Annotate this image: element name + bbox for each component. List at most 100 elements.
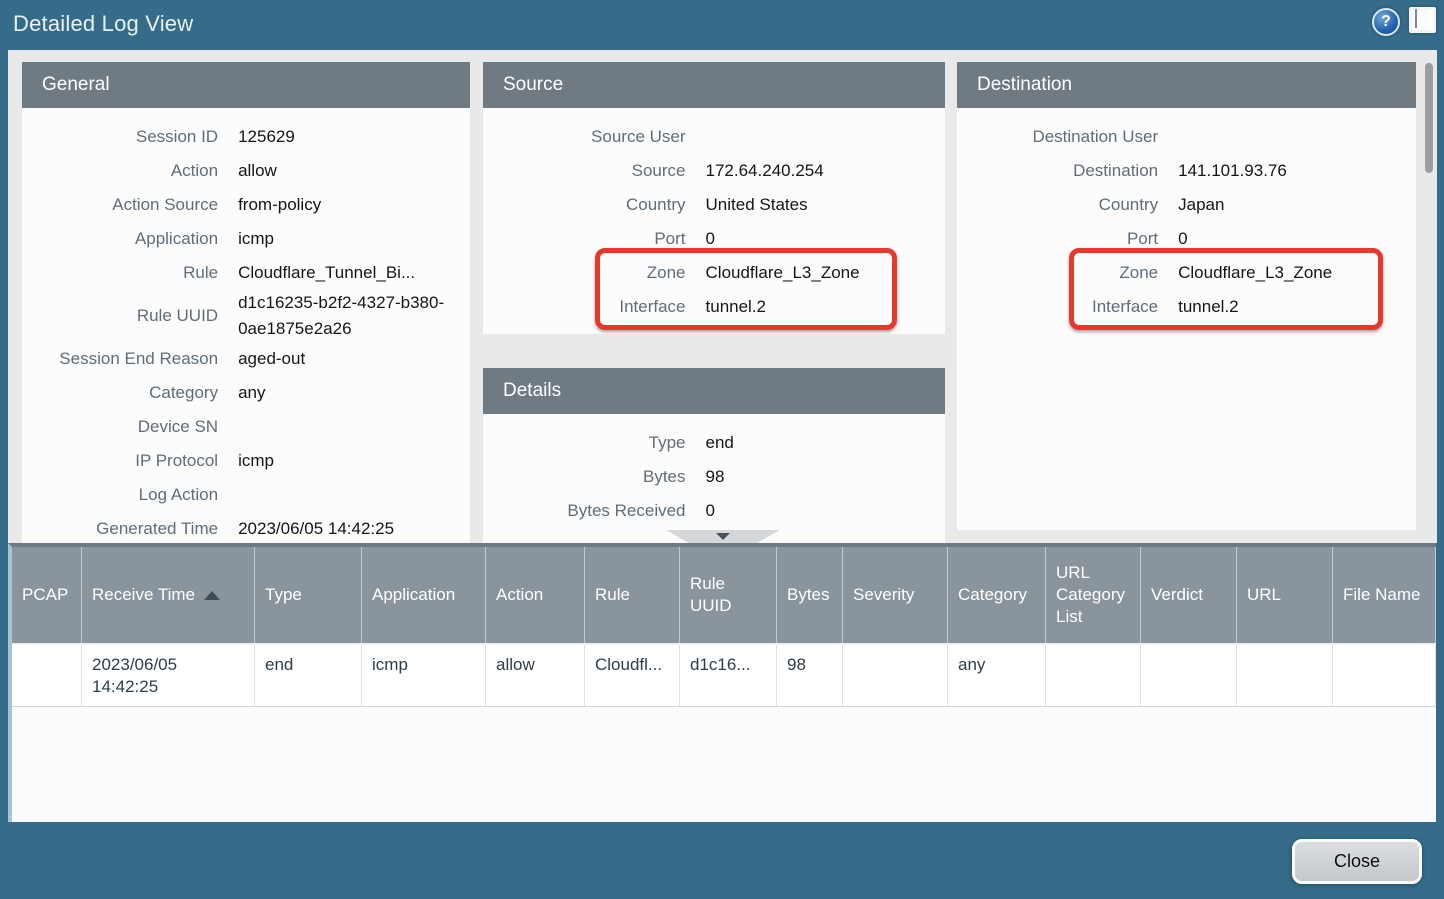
- field-row-destination-user: Destination User: [957, 120, 1416, 154]
- column-header-rule[interactable]: Rule: [585, 547, 680, 643]
- table-cell-action: allow: [486, 645, 585, 706]
- field-label: Session End Reason: [22, 346, 228, 372]
- field-value: 141.101.93.76: [1168, 158, 1416, 184]
- field-row-action-source: Action Sourcefrom-policy: [22, 188, 470, 222]
- column-header-bytes[interactable]: Bytes: [777, 547, 843, 643]
- table-cell-receive-time: 2023/06/05 14:42:25: [82, 645, 255, 706]
- column-header-application[interactable]: Application: [362, 547, 486, 643]
- field-label: Action: [22, 158, 228, 184]
- column-header-label: Severity: [853, 584, 914, 606]
- field-label: Session ID: [22, 124, 228, 150]
- field-value: Japan: [1168, 192, 1416, 218]
- field-label: Device SN: [22, 414, 228, 440]
- column-header-label: Receive Time: [92, 584, 195, 606]
- column-header-action[interactable]: Action: [486, 547, 585, 643]
- field-value: Cloudflare_L3_Zone: [696, 260, 945, 286]
- field-row-generated-time: Generated Time2023/06/05 14:42:25: [22, 512, 470, 543]
- column-header-verdict[interactable]: Verdict: [1141, 547, 1237, 643]
- details-panel-title: Details: [483, 368, 945, 414]
- detailed-log-view-dialog: Detailed Log View ? General Session ID12…: [0, 0, 1444, 899]
- table-cell-verdict: [1141, 645, 1237, 706]
- field-row-source: Source172.64.240.254: [483, 154, 945, 188]
- field-label: Zone: [957, 260, 1168, 286]
- field-row-ip-protocol: IP Protocolicmp: [22, 444, 470, 478]
- column-header-label: File Name: [1343, 584, 1420, 606]
- field-row-country: CountryJapan: [957, 188, 1416, 222]
- field-label: Source User: [483, 124, 696, 150]
- field-label: Zone: [483, 260, 696, 286]
- column-header-label: Rule UUID: [690, 573, 766, 617]
- field-value: 172.64.240.254: [696, 158, 945, 184]
- chevron-down-icon: [716, 533, 730, 540]
- field-row-bytes: Bytes98: [483, 460, 945, 494]
- table-row[interactable]: 2023/06/05 14:42:25endicmpallowCloudfl..…: [12, 645, 1436, 707]
- general-panel-body: Session ID125629ActionallowAction Source…: [22, 108, 470, 543]
- table-cell-severity: [843, 645, 948, 706]
- table-cell-file-name: [1333, 645, 1436, 706]
- field-value: 0: [696, 498, 945, 524]
- field-label: Interface: [957, 294, 1168, 320]
- field-label: Destination User: [957, 124, 1168, 150]
- column-header-label: URL: [1247, 584, 1281, 606]
- table-cell-type: end: [255, 645, 362, 706]
- field-label: Country: [483, 192, 696, 218]
- column-header-type[interactable]: Type: [255, 547, 362, 643]
- window-panel-icon[interactable]: [1409, 7, 1436, 33]
- field-label: Interface: [483, 294, 696, 320]
- scrollbar-thumb[interactable]: [1425, 63, 1433, 173]
- field-row-source-user: Source User: [483, 120, 945, 154]
- column-header-label: Type: [265, 584, 302, 606]
- vertical-scrollbar[interactable]: [1423, 50, 1435, 543]
- field-row-rule: RuleCloudflare_Tunnel_Bi...: [22, 256, 470, 290]
- column-header-label: Category: [958, 584, 1027, 606]
- field-value: United States: [696, 192, 945, 218]
- field-label: Generated Time: [22, 516, 228, 542]
- field-value: any: [228, 380, 470, 406]
- column-header-label: URL Category List: [1056, 562, 1130, 628]
- field-label: Port: [483, 226, 696, 252]
- field-label: Destination: [957, 158, 1168, 184]
- column-header-pcap[interactable]: PCAP: [12, 547, 82, 643]
- field-value: Cloudflare_Tunnel_Bi...: [228, 260, 470, 286]
- field-label: Bytes Received: [483, 498, 696, 524]
- column-header-label: Action: [496, 584, 543, 606]
- column-header-file-name[interactable]: File Name: [1333, 547, 1436, 643]
- field-label: Source: [483, 158, 696, 184]
- column-header-label: Rule: [595, 584, 630, 606]
- log-table-header: PCAP Receive Time Type Application Action Rul…: [12, 547, 1436, 645]
- column-header-receive-time[interactable]: Receive Time: [82, 547, 255, 643]
- field-value: from-policy: [228, 192, 470, 218]
- help-icon[interactable]: ?: [1372, 8, 1400, 36]
- column-header-label: Bytes: [787, 584, 830, 606]
- field-row-destination: Destination141.101.93.76: [957, 154, 1416, 188]
- field-row-interface: Interfacetunnel.2: [483, 290, 945, 324]
- field-row-zone: ZoneCloudflare_L3_Zone: [957, 256, 1416, 290]
- field-value: icmp: [228, 448, 470, 474]
- close-button[interactable]: Close: [1292, 839, 1422, 884]
- log-table-body: 2023/06/05 14:42:25endicmpallowCloudfl..…: [12, 645, 1436, 707]
- field-value: d1c16235-b2f2-4327-b380-0ae1875e2a26: [228, 290, 470, 342]
- column-header-url-category-list[interactable]: URL Category List: [1046, 547, 1141, 643]
- table-cell-url: [1237, 645, 1333, 706]
- field-label: Port: [957, 226, 1168, 252]
- details-panel-body: TypeendBytes98 Bytes Received0: [483, 414, 945, 543]
- general-panel-title: General: [22, 62, 470, 108]
- field-row-zone: ZoneCloudflare_L3_Zone: [483, 256, 945, 290]
- general-panel: General Session ID125629ActionallowActio…: [22, 62, 470, 543]
- source-panel: Source Source User Source172.64.240.254 Co…: [483, 62, 945, 334]
- field-value: 2023/06/05 14:42:25: [228, 516, 470, 542]
- field-label: Type: [483, 430, 696, 456]
- field-label: Action Source: [22, 192, 228, 218]
- field-row-log-action: Log Action: [22, 478, 470, 512]
- field-row-type: Typeend: [483, 426, 945, 460]
- column-header-rule-uuid[interactable]: Rule UUID: [680, 547, 777, 643]
- destination-panel: Destination Destination User Destination1…: [957, 62, 1416, 530]
- field-value: icmp: [228, 226, 470, 252]
- window-panel-icon-inner: [1415, 9, 1417, 28]
- field-label: Bytes: [483, 464, 696, 490]
- field-row-application: Applicationicmp: [22, 222, 470, 256]
- column-header-category[interactable]: Category: [948, 547, 1046, 643]
- column-header-url[interactable]: URL: [1237, 547, 1333, 643]
- field-label: Category: [22, 380, 228, 406]
- column-header-severity[interactable]: Severity: [843, 547, 948, 643]
